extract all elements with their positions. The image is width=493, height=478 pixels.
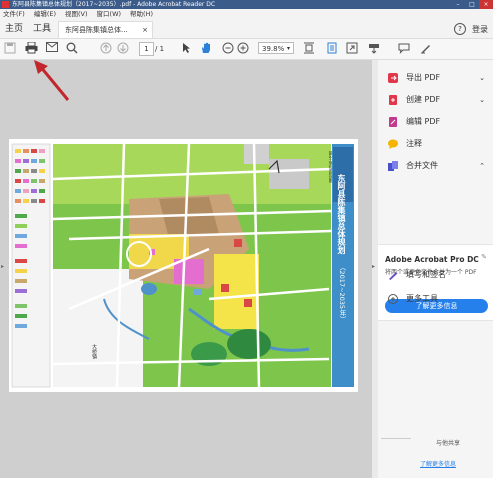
tab-document[interactable]: 东阿县陈集镇总体... × bbox=[58, 21, 153, 38]
chevron-down-icon: ▾ bbox=[286, 45, 290, 52]
tool-label: 更多工具 bbox=[406, 294, 438, 303]
annotation-arrow-icon bbox=[34, 60, 70, 101]
fill-sign-icon bbox=[388, 270, 398, 280]
share-label: 与他共享 bbox=[436, 440, 461, 447]
tool-label: 填写和签名 bbox=[406, 270, 446, 279]
search-icon[interactable] bbox=[65, 42, 79, 56]
chevron-down-icon: ⌄ bbox=[479, 74, 485, 82]
map-page: 镇区土地利用规划图 东阿县陈集镇总体规划 （2017~2035年） 大桥镇 bbox=[9, 139, 358, 392]
tool-edit-pdf[interactable]: 编辑 PDF bbox=[378, 114, 493, 130]
create-pdf-icon bbox=[388, 95, 398, 105]
tool-combine-files[interactable]: 合并文件 ⌃ bbox=[378, 158, 493, 174]
close-tab-button[interactable]: × bbox=[142, 22, 148, 39]
map-title: 东阿县陈集镇总体规划 bbox=[337, 174, 346, 254]
share-section: 与他共享 了解更多信息 bbox=[378, 430, 493, 478]
tool-label: 注释 bbox=[406, 139, 422, 148]
tool-label: 创建 PDF bbox=[406, 95, 441, 104]
tools-pane: 导出 PDF ⌄ 创建 PDF ⌄ 编辑 PDF 注释 合并文件 ⌃ Adobe… bbox=[378, 60, 493, 478]
tab-tools[interactable]: 工具 bbox=[33, 20, 51, 38]
zoom-value: 39.8% bbox=[262, 45, 285, 53]
tool-more-tools[interactable]: 更多工具 bbox=[378, 291, 493, 307]
comment-icon[interactable] bbox=[397, 42, 411, 56]
scroll-mode-icon[interactable] bbox=[325, 42, 339, 56]
minimize-button[interactable]: – bbox=[451, 0, 465, 9]
document-tab-label: 东阿县陈集镇总体... bbox=[65, 26, 128, 34]
tool-label: 导出 PDF bbox=[406, 73, 441, 82]
menu-file[interactable]: 文件(F) bbox=[3, 9, 25, 20]
share-divider bbox=[381, 438, 411, 439]
export-pdf-icon bbox=[388, 73, 398, 83]
fit-page-icon[interactable] bbox=[302, 42, 316, 56]
expand-left-icon[interactable]: ▸ bbox=[1, 263, 4, 270]
collapse-panel-icon[interactable]: ▸ bbox=[372, 263, 375, 270]
toolbar bbox=[0, 39, 493, 60]
full-screen-icon[interactable] bbox=[345, 42, 359, 56]
share-learn-more-link[interactable]: 了解更多信息 bbox=[420, 459, 456, 468]
zoom-in-icon[interactable] bbox=[236, 42, 250, 56]
chevron-up-icon[interactable]: ⌃ bbox=[479, 158, 485, 174]
read-mode-icon[interactable] bbox=[367, 42, 381, 56]
window-controls: – □ × bbox=[451, 0, 493, 9]
hand-tool-icon[interactable] bbox=[199, 42, 213, 56]
map-subtitle: 镇区土地利用规划图 bbox=[329, 151, 333, 183]
map-years: （2017~2035年） bbox=[338, 264, 346, 323]
edit-pdf-icon bbox=[388, 117, 398, 127]
tool-label: 合并文件 bbox=[406, 161, 438, 170]
maximize-button[interactable]: □ bbox=[465, 0, 479, 9]
tool-comment[interactable]: 注释 bbox=[378, 136, 493, 152]
land-use-map bbox=[11, 143, 354, 388]
zoom-select[interactable]: 39.8% ▾ bbox=[258, 42, 294, 54]
combine-files-icon bbox=[388, 161, 398, 171]
page-number-input[interactable]: 1 bbox=[139, 42, 154, 56]
menu-edit[interactable]: 编辑(E) bbox=[34, 9, 56, 20]
next-page-icon[interactable] bbox=[116, 42, 130, 56]
tool-create-pdf[interactable]: 创建 PDF ⌄ bbox=[378, 92, 493, 108]
sign-pen-icon[interactable] bbox=[419, 42, 433, 56]
tab-bar: 主页 工具 东阿县陈集镇总体... × bbox=[0, 20, 493, 39]
select-cursor-icon[interactable] bbox=[179, 42, 193, 56]
pin-icon[interactable]: ✎ bbox=[481, 253, 487, 261]
login-link[interactable]: 登录 bbox=[472, 24, 488, 35]
help-button[interactable]: ? bbox=[454, 23, 466, 35]
email-icon[interactable] bbox=[45, 42, 59, 56]
menu-window[interactable]: 窗口(W) bbox=[97, 9, 122, 20]
title-bar: 东阿县陈集镇总体规划（2017~2035）.pdf - Adobe Acroba… bbox=[0, 0, 493, 9]
promo-heading: Adobe Acrobat Pro DC bbox=[385, 255, 479, 264]
save-icon[interactable] bbox=[3, 42, 17, 56]
tool-fill-sign[interactable]: 填写和签名 bbox=[378, 267, 493, 283]
tool-export-pdf[interactable]: 导出 PDF ⌄ bbox=[378, 70, 493, 86]
menu-help[interactable]: 帮助(H) bbox=[130, 9, 153, 20]
print-icon[interactable] bbox=[24, 41, 38, 56]
previous-page-icon[interactable] bbox=[99, 42, 113, 56]
menu-view[interactable]: 视图(V) bbox=[65, 9, 88, 20]
menu-bar: 文件(F) 编辑(E) 视图(V) 窗口(W) 帮助(H) bbox=[0, 9, 493, 20]
page-total: / 1 bbox=[155, 45, 165, 53]
chevron-down-icon: ⌄ bbox=[479, 96, 485, 104]
window-title: 东阿县陈集镇总体规划（2017~2035）.pdf - Adobe Acroba… bbox=[12, 1, 216, 8]
close-window-button[interactable]: × bbox=[479, 0, 493, 9]
app-logo-icon bbox=[2, 1, 9, 8]
tool-label: 编辑 PDF bbox=[406, 117, 441, 126]
map-place-label: 大桥镇 bbox=[91, 344, 97, 359]
zoom-out-icon[interactable] bbox=[221, 42, 235, 56]
tab-home[interactable]: 主页 bbox=[5, 20, 23, 38]
more-tools-icon bbox=[388, 294, 398, 304]
comment-icon bbox=[388, 139, 398, 149]
